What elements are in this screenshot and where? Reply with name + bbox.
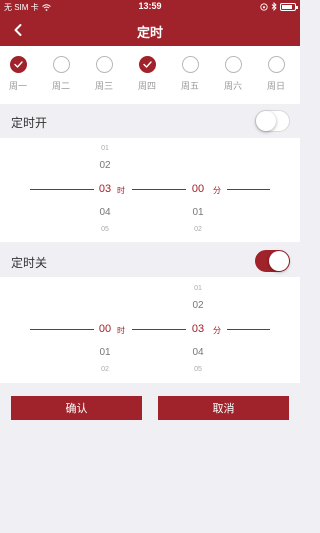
- wheel-value: 04: [192, 347, 204, 358]
- picker-selection-line: [227, 189, 270, 190]
- status-bar: 无 SIM 卡 13:59: [0, 0, 300, 14]
- day-checkbox[interactable]: [181, 56, 199, 73]
- day-label: 周三: [94, 81, 113, 91]
- picker-selection-line: [227, 329, 270, 330]
- wheel-value: 02: [192, 300, 204, 311]
- page-title: 定时: [136, 25, 163, 40]
- minute-unit: 分: [213, 326, 221, 335]
- wheel-value: 02: [101, 366, 109, 373]
- orientation-lock-icon: [260, 2, 268, 11]
- timer-off-header: 定时关: [0, 246, 300, 276]
- wheel-value: 02: [99, 160, 111, 171]
- day-checkbox[interactable]: [52, 56, 70, 73]
- weekday-selector: 周一 周二 周三 周四 周五 周六 周日: [0, 46, 300, 104]
- check-icon: [142, 61, 152, 68]
- cancel-button[interactable]: 取消: [158, 396, 289, 420]
- wheel-value: 01: [99, 347, 111, 358]
- day-label: 周五: [180, 81, 199, 91]
- wheel-value: 01: [194, 285, 202, 292]
- timer-on-toggle[interactable]: [255, 110, 290, 132]
- wheel-value: 01: [192, 207, 204, 218]
- check-icon: [13, 61, 23, 68]
- day-option[interactable]: 周六: [218, 56, 248, 92]
- day-option[interactable]: 周一: [3, 56, 33, 92]
- picker-selection-line: [30, 329, 94, 330]
- day-label: 周四: [137, 81, 156, 91]
- nav-bar: 定时: [0, 14, 300, 46]
- timer-on-label: 定时开: [11, 116, 48, 130]
- wheel-value: 01: [101, 145, 109, 152]
- picker-selection-line: [30, 189, 94, 190]
- wheel-value: 05: [101, 226, 109, 233]
- wheel-value: 04: [99, 207, 111, 218]
- wheel-value-selected: 03: [98, 183, 112, 195]
- status-right: [260, 2, 298, 11]
- day-label: 周六: [223, 81, 242, 91]
- wheel-value: 02: [194, 226, 202, 233]
- wheel-value-selected: 00: [191, 183, 205, 195]
- timer-on-picker[interactable]: 01 02 03 04 05 时 00 01 02 分: [0, 138, 300, 242]
- battery-icon: [280, 2, 298, 11]
- day-option[interactable]: 周三: [89, 56, 119, 92]
- day-label: 周二: [51, 81, 70, 91]
- wheel-value-selected: 03: [191, 323, 205, 335]
- day-checkbox[interactable]: [9, 56, 27, 73]
- timer-on-header: 定时开: [0, 106, 300, 136]
- day-checkbox[interactable]: [267, 56, 285, 73]
- day-option[interactable]: 周五: [175, 56, 205, 92]
- toggle-knob: [269, 251, 289, 271]
- confirm-button[interactable]: 确认: [11, 396, 142, 420]
- battery-fill: [282, 4, 292, 9]
- toggle-knob: [256, 111, 276, 131]
- day-option[interactable]: 周二: [46, 56, 76, 92]
- day-checkbox[interactable]: [95, 56, 113, 73]
- status-time: 13:59: [138, 1, 162, 11]
- hour-unit: 时: [117, 186, 125, 195]
- day-checkbox[interactable]: [224, 56, 242, 73]
- timer-off-toggle[interactable]: [255, 250, 290, 272]
- timer-off-picker[interactable]: 00 01 02 时 01 02 03 04 05 分: [0, 277, 300, 383]
- day-checkbox[interactable]: [138, 56, 156, 73]
- timer-off-label: 定时关: [11, 256, 48, 270]
- picker-selection-line: [132, 189, 186, 190]
- wheel-value: 05: [194, 366, 202, 373]
- minute-unit: 分: [213, 186, 221, 195]
- day-option[interactable]: 周四: [132, 56, 162, 92]
- day-option[interactable]: 周日: [261, 56, 291, 92]
- wheel-value-selected: 00: [98, 323, 112, 335]
- day-label: 周日: [266, 81, 285, 91]
- hour-unit: 时: [117, 326, 125, 335]
- bluetooth-icon: [271, 2, 277, 11]
- picker-selection-line: [132, 329, 186, 330]
- day-label: 周一: [8, 81, 27, 91]
